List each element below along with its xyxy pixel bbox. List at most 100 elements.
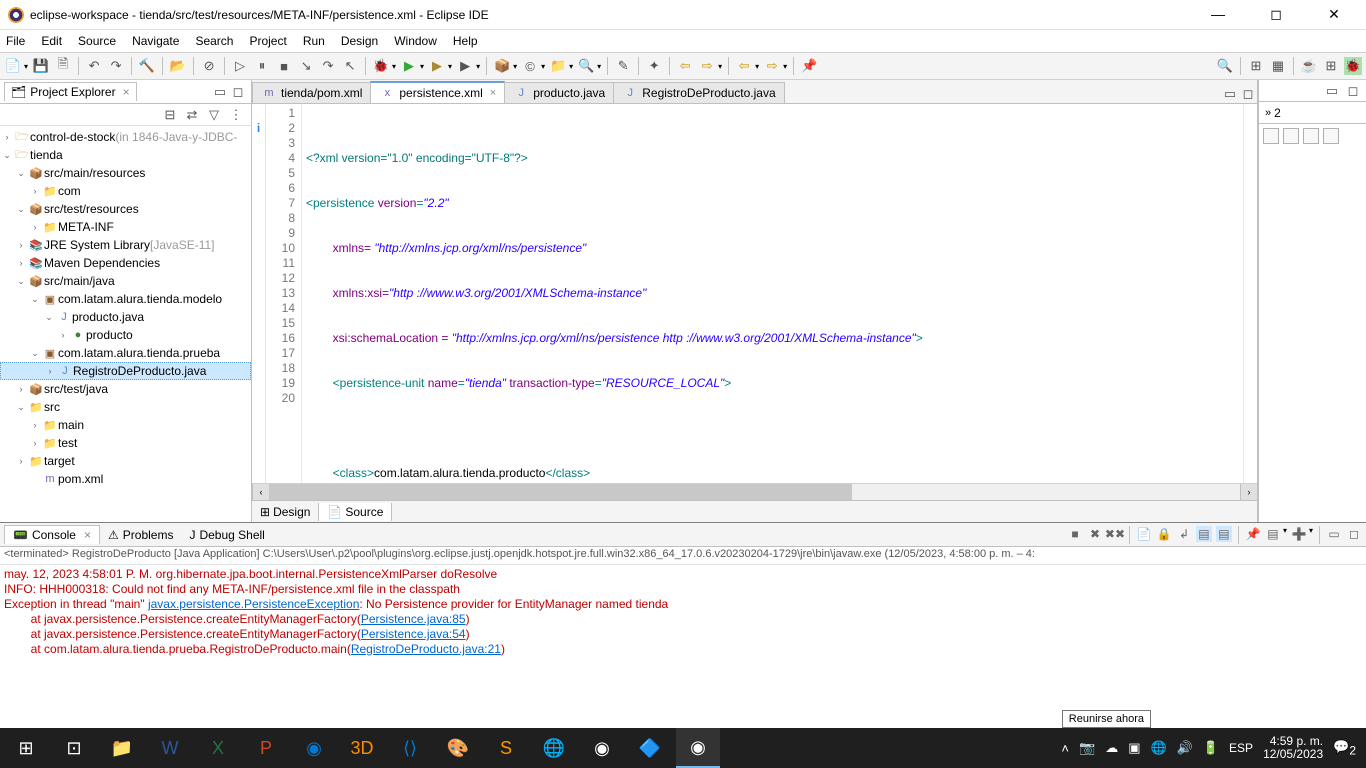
pin-icon[interactable]: 📌: [800, 57, 818, 75]
resume-icon[interactable]: ▷: [231, 57, 249, 75]
tab-pom[interactable]: mtienda/pom.xml: [252, 82, 371, 103]
start-button[interactable]: ⊞: [4, 728, 48, 768]
minimize-view-icon[interactable]: ▭: [1323, 82, 1341, 100]
pin-console-icon[interactable]: 📌: [1245, 526, 1261, 542]
build-icon[interactable]: 🔨: [138, 57, 156, 75]
close-icon[interactable]: ×: [84, 528, 91, 542]
tab-registro[interactable]: JRegistroDeProducto.java: [613, 82, 784, 103]
terminate-icon[interactable]: ■: [1067, 526, 1083, 542]
scroll-lock-icon[interactable]: 🔒: [1156, 526, 1172, 542]
new-java-icon[interactable]: 📦: [493, 57, 511, 75]
notifications-icon[interactable]: 💬2: [1333, 739, 1356, 758]
run-icon[interactable]: ▶: [400, 57, 418, 75]
clock[interactable]: 4:59 p. m. 12/05/2023: [1263, 735, 1323, 761]
maximize-button[interactable]: ◻: [1256, 6, 1296, 23]
eclipse-active-icon[interactable]: ◉: [676, 728, 720, 768]
debug-icon[interactable]: 🐞: [372, 57, 390, 75]
step-return-icon[interactable]: ↖: [341, 57, 359, 75]
design-tab[interactable]: ⊞Design: [252, 503, 319, 521]
prev-edit-icon[interactable]: ⇦: [735, 57, 753, 75]
edge-icon[interactable]: ◉: [292, 728, 336, 768]
open-perspective-icon[interactable]: ▦: [1269, 57, 1287, 75]
minimize-view-icon[interactable]: ▭: [211, 83, 229, 101]
search-global-icon[interactable]: 🔍: [1216, 57, 1234, 75]
open-task-icon[interactable]: 📁: [549, 57, 567, 75]
suspend-icon[interactable]: ⏸: [253, 57, 271, 75]
outline-mini-icon[interactable]: [1283, 128, 1299, 144]
meet-now-icon[interactable]: 📷: [1079, 740, 1095, 756]
code-editor[interactable]: i 1234567891011121314151617181920 <?xml …: [252, 104, 1257, 483]
network-icon[interactable]: 🌐: [1150, 740, 1166, 756]
task-view-icon[interactable]: ⊡: [52, 728, 96, 768]
source-tab[interactable]: 📄Source: [319, 503, 392, 521]
console-output[interactable]: may. 12, 2023 4:58:01 P. M. org.hibernat…: [0, 565, 1366, 738]
open-console-icon[interactable]: ➕: [1291, 526, 1307, 542]
minimize-button[interactable]: —: [1198, 6, 1238, 23]
paint3d-icon[interactable]: 3D: [340, 728, 384, 768]
show-stderr-icon[interactable]: ▤: [1216, 526, 1232, 542]
show-stdout-icon[interactable]: ▤: [1196, 526, 1212, 542]
remove-all-icon[interactable]: ✖✖: [1107, 526, 1123, 542]
search-icon[interactable]: 🔍: [577, 57, 595, 75]
menu-file[interactable]: File: [6, 34, 25, 48]
annotations-icon[interactable]: ✎: [614, 57, 632, 75]
menu-run[interactable]: Run: [303, 34, 325, 48]
menu-source[interactable]: Source: [78, 34, 116, 48]
excel-icon[interactable]: X: [196, 728, 240, 768]
language-indicator[interactable]: ESP: [1229, 741, 1253, 755]
tab-persistence[interactable]: xpersistence.xml×: [370, 81, 505, 103]
file-explorer-icon[interactable]: 📁: [100, 728, 144, 768]
tray-app-icon[interactable]: ▣: [1128, 740, 1140, 756]
minimize-view-icon[interactable]: ▭: [1326, 526, 1342, 542]
sublime-icon[interactable]: S: [484, 728, 528, 768]
word-wrap-icon[interactable]: ↲: [1176, 526, 1192, 542]
back-icon[interactable]: ⇦: [676, 57, 694, 75]
menu-search[interactable]: Search: [195, 34, 233, 48]
forward-icon[interactable]: ⇨: [698, 57, 716, 75]
undo-icon[interactable]: ↶: [85, 57, 103, 75]
menu-window[interactable]: Window: [394, 34, 437, 48]
editor-hscrollbar[interactable]: ‹ ›: [252, 483, 1257, 500]
word-icon[interactable]: W: [148, 728, 192, 768]
outline-mini-icon[interactable]: [1323, 128, 1339, 144]
display-selected-icon[interactable]: ▤: [1265, 526, 1281, 542]
powerpoint-icon[interactable]: P: [244, 728, 288, 768]
eclipse-task-icon[interactable]: ◉: [580, 728, 624, 768]
project-explorer-tab[interactable]: 🗂 Project Explorer ×: [4, 82, 137, 101]
link-editor-icon[interactable]: ⇄: [183, 106, 201, 124]
menu-help[interactable]: Help: [453, 34, 478, 48]
vscode-icon[interactable]: ⟨⟩: [388, 728, 432, 768]
new-icon[interactable]: 📄: [4, 57, 22, 75]
close-icon[interactable]: ×: [123, 85, 130, 99]
close-button[interactable]: ✕: [1314, 6, 1354, 23]
clear-console-icon[interactable]: 📄: [1136, 526, 1152, 542]
save-icon[interactable]: 💾: [32, 57, 50, 75]
step-over-icon[interactable]: ↷: [319, 57, 337, 75]
java-perspective-icon[interactable]: ☕: [1300, 57, 1318, 75]
volume-icon[interactable]: 🔊: [1177, 740, 1193, 756]
filter-icon[interactable]: ▽: [205, 106, 223, 124]
redo-icon[interactable]: ↷: [107, 57, 125, 75]
terminate-icon[interactable]: ■: [275, 57, 293, 75]
collapse-all-icon[interactable]: ⊟: [161, 106, 179, 124]
skip-breakpoints-icon[interactable]: ⊘: [200, 57, 218, 75]
java-browsing-icon[interactable]: ⊞: [1322, 57, 1340, 75]
debug-perspective-icon[interactable]: 🐞: [1344, 57, 1362, 75]
maximize-editor-icon[interactable]: ◻: [1239, 85, 1257, 103]
chrome-icon[interactable]: 🌐: [532, 728, 576, 768]
new-class-icon[interactable]: ©: [521, 57, 539, 75]
maximize-view-icon[interactable]: ◻: [1346, 526, 1362, 542]
onedrive-icon[interactable]: ☁: [1105, 740, 1118, 756]
maximize-view-icon[interactable]: ◻: [229, 83, 247, 101]
next-edit-icon[interactable]: ⇨: [763, 57, 781, 75]
outline-tab[interactable]: »2: [1259, 102, 1366, 124]
battery-icon[interactable]: 🔋: [1203, 740, 1219, 756]
app-icon[interactable]: 🎨: [436, 728, 480, 768]
tab-producto[interactable]: Jproducto.java: [504, 82, 614, 103]
run-last-icon[interactable]: ▶: [456, 57, 474, 75]
outline-mini-icon[interactable]: [1263, 128, 1279, 144]
open-type-icon[interactable]: 📂: [169, 57, 187, 75]
minimize-editor-icon[interactable]: ▭: [1221, 85, 1239, 103]
outline-mini-icon[interactable]: [1303, 128, 1319, 144]
overview-ruler[interactable]: [1243, 104, 1257, 483]
